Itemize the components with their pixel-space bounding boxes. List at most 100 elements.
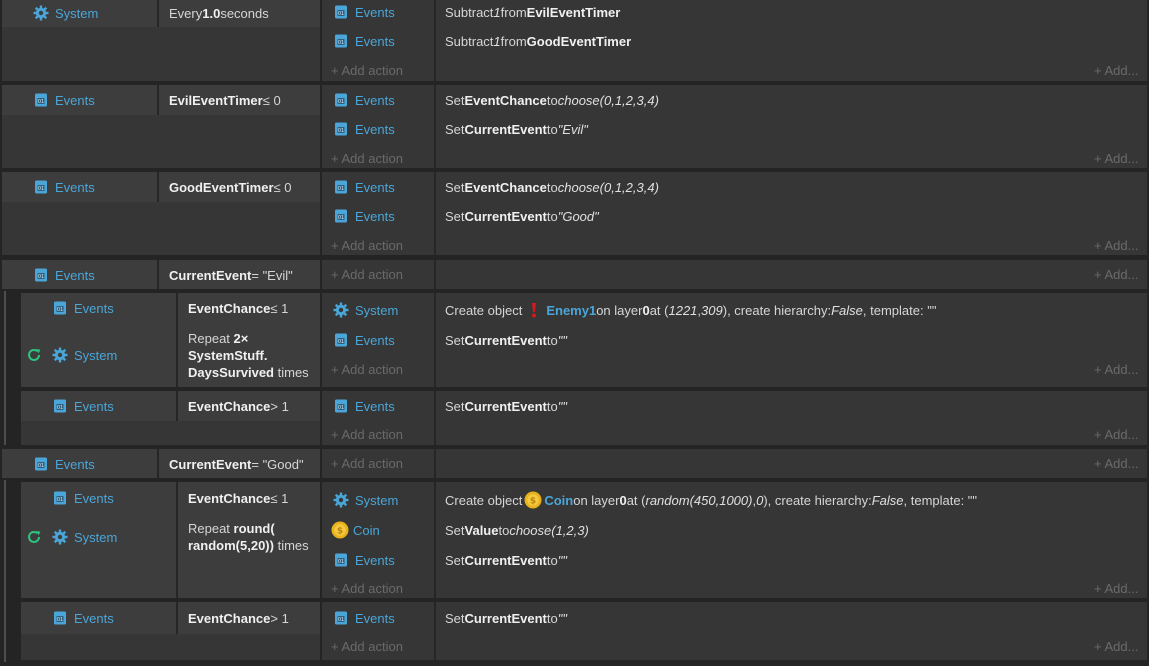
event-8-condition-1[interactable]: EventChance ≤ 1: [188, 489, 288, 507]
svg-text:01: 01: [38, 186, 44, 192]
add-more-button[interactable]: + Add...: [1094, 236, 1138, 254]
action-expression: "": [557, 398, 567, 414]
event-2-action-2-object[interactable]: 01 Events: [333, 120, 395, 138]
add-more-button[interactable]: + Add...: [1094, 61, 1138, 79]
event-3-condition-area[interactable]: [2, 202, 320, 255]
events-icon: 01: [333, 121, 349, 137]
event-3-action-1-object[interactable]: 01 Events: [333, 178, 395, 196]
add-action-button[interactable]: + Add action: [331, 579, 403, 597]
add-action-button[interactable]: + Add action: [331, 637, 403, 655]
column-divider: [176, 602, 178, 634]
add-action-button[interactable]: + Add action: [331, 454, 403, 472]
event-3-action-2[interactable]: Set CurrentEvent to "Good": [445, 207, 599, 225]
event-8-cond-2-object[interactable]: System: [26, 528, 117, 546]
event-9-action-1[interactable]: Set CurrentEvent to "": [445, 609, 567, 627]
svg-text:01: 01: [57, 405, 63, 411]
event-4-object-events[interactable]: 01 Events: [33, 266, 95, 284]
event-8-action-1[interactable]: Create object $ Coin on layer 0 at (rand…: [445, 491, 977, 509]
event-6-action-1[interactable]: Set CurrentEvent to "": [445, 397, 567, 415]
event-9-condition-area[interactable]: [21, 634, 320, 660]
add-action-button[interactable]: + Add action: [331, 61, 403, 79]
event-5-cond-1-object[interactable]: 01 Events: [52, 299, 114, 317]
event-1-object-system[interactable]: System: [33, 4, 98, 22]
event-2-condition-area[interactable]: [2, 115, 320, 168]
event-8-action-3-object[interactable]: 01 Events: [333, 551, 395, 569]
event-9-object-events[interactable]: 01 Events: [52, 609, 114, 627]
event-1-action-2-object[interactable]: 01 Events: [333, 32, 395, 50]
event-3-condition[interactable]: GoodEventTimer ≤ 0: [169, 178, 292, 196]
event-5-action-2-object[interactable]: 01 Events: [333, 331, 395, 349]
add-more-button[interactable]: + Add...: [1094, 149, 1138, 167]
event-4-condition[interactable]: CurrentEvent = "Evil": [169, 266, 293, 284]
event-9-action-1-object[interactable]: 01 Events: [333, 609, 395, 627]
svg-text:01: 01: [338, 405, 344, 411]
event-2-action-1[interactable]: Set EventChance to choose(0,1,2,3,4): [445, 91, 659, 109]
add-action-button[interactable]: + Add action: [331, 360, 403, 378]
svg-text:01: 01: [57, 617, 63, 623]
svg-text:01: 01: [38, 99, 44, 105]
event-5-action-1[interactable]: Create object Enemy1 on layer 0 at (1221…: [445, 301, 936, 319]
event-2-object-events[interactable]: 01 Events: [33, 91, 95, 109]
event-1-action-2[interactable]: Subtract 1 from GoodEventTimer: [445, 32, 631, 50]
event-8-cond-1-object[interactable]: 01 Events: [52, 489, 114, 507]
event-8-action-2[interactable]: Set Value to choose(1,2,3): [445, 521, 589, 539]
add-more-button[interactable]: + Add...: [1094, 579, 1138, 597]
event-6-object-events[interactable]: 01 Events: [52, 397, 114, 415]
events-icon: 01: [333, 552, 349, 568]
action-variable: CurrentEvent: [464, 610, 547, 626]
event-8-action-1-object[interactable]: System: [333, 491, 398, 509]
event-7-condition[interactable]: CurrentEvent = "Good": [169, 455, 304, 473]
column-divider: [157, 449, 159, 478]
event-5-action-2[interactable]: Set CurrentEvent to "": [445, 331, 567, 349]
event-6-condition[interactable]: EventChance > 1: [188, 397, 289, 415]
event-8-action-2-object[interactable]: $ Coin: [331, 520, 380, 540]
event-1-condition-area[interactable]: [2, 27, 320, 81]
add-action-button[interactable]: + Add action: [331, 236, 403, 254]
add-more-button[interactable]: + Add...: [1094, 360, 1138, 378]
events-icon: 01: [52, 490, 68, 506]
event-7-object-events[interactable]: 01 Events: [33, 455, 95, 473]
events-icon: 01: [33, 179, 49, 195]
condition-text: times: [273, 538, 309, 553]
column-divider: [176, 293, 178, 387]
action-variable: Value: [464, 522, 499, 538]
event-2-condition[interactable]: EvilEventTimer ≤ 0: [169, 91, 281, 109]
object-name: System: [355, 302, 399, 318]
action-expression: "": [557, 552, 567, 568]
event-9-condition[interactable]: EventChance > 1: [188, 609, 289, 627]
add-action-button[interactable]: + Add action: [331, 149, 403, 167]
add-more-button[interactable]: + Add...: [1094, 637, 1138, 655]
event-4-actions[interactable]: [322, 260, 1147, 289]
add-action-button[interactable]: + Add action: [331, 425, 403, 443]
action-text: from: [500, 4, 527, 20]
action-text: Set: [445, 522, 465, 538]
event-7-actions[interactable]: [322, 449, 1147, 478]
event-2-action-2[interactable]: Set CurrentEvent to "Evil": [445, 120, 588, 138]
add-action-button[interactable]: + Add action: [331, 265, 403, 283]
event-1-condition-every[interactable]: Every 1.0 seconds: [169, 4, 269, 22]
event-1-action-1-object[interactable]: 01 Events: [333, 3, 395, 21]
action-value: 0: [642, 302, 650, 318]
condition-text: seconds: [220, 5, 269, 21]
event-5-condition-1[interactable]: EventChance ≤ 1: [188, 299, 288, 317]
svg-text:01: 01: [338, 559, 344, 565]
object-name: Events: [74, 398, 114, 414]
event-6-condition-area[interactable]: [21, 421, 320, 445]
add-more-button[interactable]: + Add...: [1094, 454, 1138, 472]
event-2-action-1-object[interactable]: 01 Events: [333, 91, 395, 109]
object-name: Events: [355, 92, 395, 108]
add-more-button[interactable]: + Add...: [1094, 265, 1138, 283]
event-5-action-1-object[interactable]: System: [333, 301, 398, 319]
object-name: Events: [74, 300, 114, 316]
event-5-cond-2-object[interactable]: System: [26, 346, 117, 364]
event-8-action-3[interactable]: Set CurrentEvent to "": [445, 551, 567, 569]
event-1-action-1[interactable]: Subtract 1 from EvilEventTimer: [445, 3, 620, 21]
event-5-condition-repeat[interactable]: Repeat 2× SystemStuff. DaysSurvived time…: [188, 330, 318, 381]
add-more-button[interactable]: + Add...: [1094, 425, 1138, 443]
event-3-action-1[interactable]: Set EventChance to choose(0,1,2,3,4): [445, 178, 659, 196]
event-3-object-events[interactable]: 01 Events: [33, 178, 95, 196]
event-8-condition-repeat[interactable]: Repeat round( random(5,20)) times: [188, 520, 318, 554]
event-6-action-1-object[interactable]: 01 Events: [333, 397, 395, 415]
event-3-action-2-object[interactable]: 01 Events: [333, 207, 395, 225]
column-divider: [176, 482, 178, 598]
